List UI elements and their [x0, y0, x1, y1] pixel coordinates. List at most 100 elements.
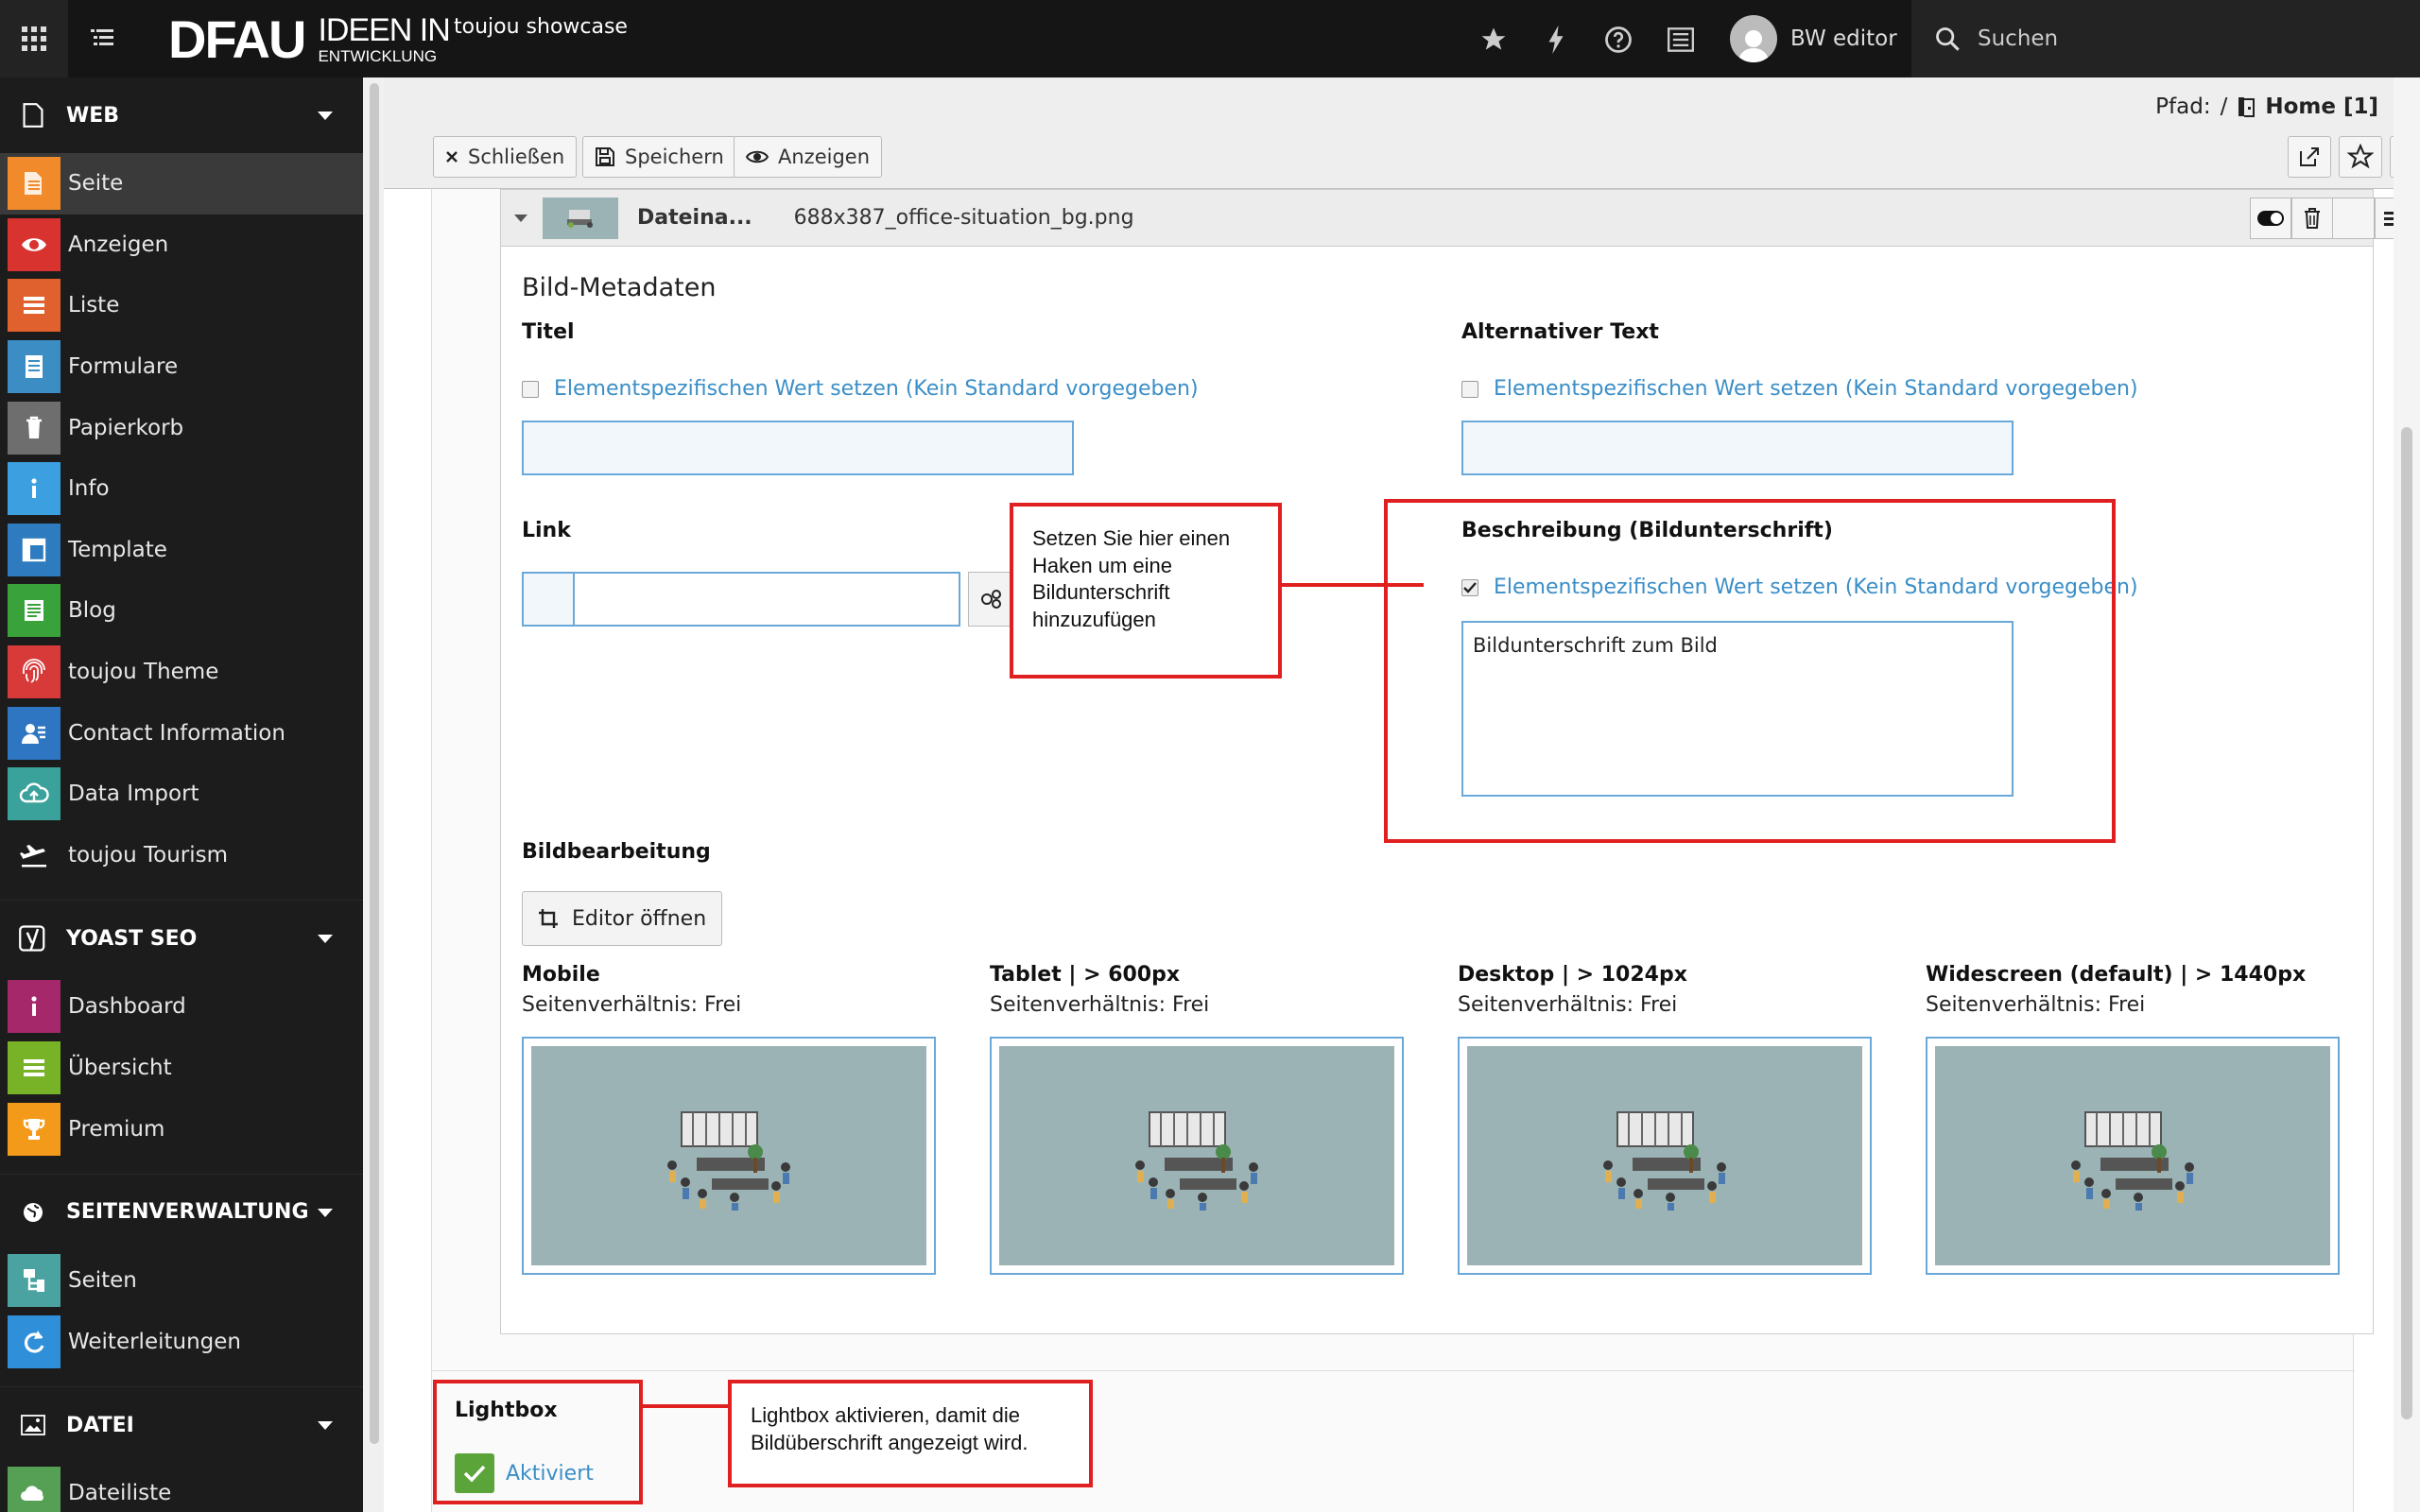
module-menu-button[interactable]: [0, 0, 68, 77]
logo[interactable]: DFAU IDEEN IN ENTWICKLUNG: [168, 9, 451, 69]
site-name: toujou showcase: [454, 15, 628, 39]
yoast-icon: [19, 925, 45, 952]
sidebar-item-label: Template: [68, 537, 167, 562]
open-editor-button[interactable]: Editor öffnen: [522, 891, 723, 946]
open-editor-label: Editor öffnen: [572, 906, 707, 931]
office-scene-image: [1467, 1046, 1862, 1265]
crop-variant-preview[interactable]: [1458, 1037, 1872, 1275]
section-page-management[interactable]: SEITENVERWALTUNG: [0, 1175, 363, 1250]
sidebar-item-dashboard[interactable]: Dashboard: [0, 976, 363, 1038]
sidebar-item-label: Weiterleitungen: [68, 1329, 241, 1354]
crop-variant-preview[interactable]: [522, 1037, 936, 1275]
user-menu[interactable]: BW editor: [1730, 11, 1897, 66]
sidebar-item-übersicht[interactable]: Übersicht: [0, 1038, 363, 1099]
title-override-label[interactable]: Elementspezifischen Wert setzen (Kein St…: [554, 377, 1199, 401]
sidebar-item-premium[interactable]: Premium: [0, 1098, 363, 1160]
bookmarks-button[interactable]: [1473, 19, 1514, 60]
search-icon: [1936, 27, 1960, 51]
sidebar-item-info[interactable]: Info: [0, 458, 363, 520]
content-scrollbar[interactable]: [2394, 77, 2420, 1512]
caption-hint-connector: [1282, 583, 1424, 587]
sidebar-item-blog[interactable]: Blog: [0, 580, 363, 642]
globe-icon: [24, 1202, 43, 1222]
title-input[interactable]: [522, 421, 1074, 475]
link-input[interactable]: [573, 572, 960, 627]
bookmark-button[interactable]: [2339, 136, 2382, 178]
sidebar-item-dateiliste[interactable]: Dateiliste: [0, 1463, 363, 1512]
sidebar-item-liste[interactable]: Liste: [0, 275, 363, 336]
alt-text-input[interactable]: [1461, 421, 2014, 475]
collapse-caret-icon[interactable]: [514, 214, 527, 222]
eye-icon: [8, 217, 60, 271]
sidebar-item-label: Anzeigen: [68, 232, 169, 257]
sidebar-item-formulare[interactable]: Formulare: [0, 336, 363, 398]
redirect-icon: [8, 1314, 60, 1368]
title-override-checkbox[interactable]: [522, 380, 539, 398]
help-circle-icon: [1605, 26, 1632, 53]
sidebar-item-label: Data Import: [68, 782, 199, 807]
section-file[interactable]: DATEI: [0, 1387, 363, 1463]
crop-variant-ratio: Seitenverhältnis: Frei: [1926, 993, 2146, 1017]
file-reference-header[interactable]: Dateina... 688x387_office-situation_bg.p…: [501, 190, 2416, 247]
sidebar-item-anzeigen[interactable]: Anzeigen: [0, 215, 363, 276]
clear-cache-button[interactable]: [1535, 19, 1577, 60]
sidebar-item-toujou-tourism[interactable]: toujou Tourism: [0, 825, 363, 886]
logo-line1: IDEEN IN: [318, 11, 450, 48]
filelist-icon: [8, 1467, 60, 1512]
info-icon: [8, 462, 60, 516]
sidebar-item-seiten[interactable]: Seiten: [0, 1250, 363, 1312]
save-button[interactable]: Speichern: [582, 136, 736, 178]
crop-variant-preview[interactable]: [1926, 1037, 2340, 1275]
alt-override-checkbox[interactable]: [1461, 380, 1478, 398]
section-yoast[interactable]: YOAST SEO: [0, 901, 363, 976]
avatar: [1730, 15, 1777, 62]
view-button[interactable]: Anzeigen: [734, 136, 883, 178]
sidebar-item-label: Info: [68, 476, 110, 502]
close-button[interactable]: Schließen: [433, 136, 578, 178]
sidebar-item-weiterleitungen[interactable]: Weiterleitungen: [0, 1312, 363, 1373]
path-page[interactable]: Home [1]: [2265, 94, 2378, 119]
content-area: Dateina... 688x387_office-situation_bg.p…: [384, 189, 2420, 1512]
toggle-icon: [2257, 211, 2284, 226]
open-new-window-button[interactable]: [2288, 136, 2331, 178]
crop-variant-title: Mobile: [522, 963, 600, 987]
image-icon: [21, 1415, 45, 1435]
office-scene-image: [531, 1046, 926, 1265]
sidebar-item-seite[interactable]: Seite: [0, 153, 363, 215]
sidebar-item-template[interactable]: Template: [0, 520, 363, 581]
system-info-button[interactable]: [1660, 19, 1702, 60]
section-web[interactable]: WEB: [0, 77, 363, 153]
sidebar-item-contact-information[interactable]: Contact Information: [0, 702, 363, 764]
crop-variant-preview[interactable]: [990, 1037, 1404, 1275]
sidebar-item-papierkorb[interactable]: Papierkorb: [0, 397, 363, 458]
plane-icon: [8, 828, 60, 882]
breadcrumb: Pfad: / Home [1]: [2155, 94, 2378, 119]
crop-icon: [539, 909, 558, 928]
alt-override-checkbox-row[interactable]: Elementspezifischen Wert setzen (Kein St…: [1461, 377, 2138, 401]
sidebar-item-label: Übersicht: [68, 1056, 172, 1081]
office-scene-thumbnail-icon: [567, 209, 593, 228]
sidebar-item-data-import[interactable]: Data Import: [0, 764, 363, 825]
page-tree-toggle[interactable]: [76, 17, 129, 60]
section-web-label: WEB: [66, 103, 120, 128]
form-container: Dateina... 688x387_office-situation_bg.p…: [431, 189, 2416, 1512]
delete-button[interactable]: [2291, 198, 2333, 239]
title-override-checkbox-row[interactable]: Elementspezifischen Wert setzen (Kein St…: [522, 377, 1199, 401]
user-name: BW editor: [1790, 26, 1897, 51]
alt-override-label[interactable]: Elementspezifischen Wert setzen (Kein St…: [1494, 377, 2138, 401]
close-icon: [446, 151, 458, 163]
search-field[interactable]: Suchen: [1911, 0, 2420, 77]
visibility-toggle[interactable]: [2250, 198, 2291, 239]
sidebar-item-toujou-theme[interactable]: toujou Theme: [0, 642, 363, 703]
tree-list-icon: [91, 29, 113, 45]
help-button[interactable]: [1598, 19, 1639, 60]
sidebar-scrollbar[interactable]: [363, 77, 384, 1512]
sidebar-item-label: Liste: [68, 293, 120, 318]
link-wizard-button[interactable]: [968, 572, 1015, 627]
sidebar-item-label: toujou Theme: [68, 660, 219, 685]
save-label: Speichern: [625, 146, 724, 168]
doc-header: Pfad: / Home [1] Schließen Speichern Anz…: [384, 77, 2420, 189]
info-icon: [8, 980, 60, 1034]
section-page-management-label: SEITENVERWALTUNG: [66, 1200, 309, 1225]
file-name: 688x387_office-situation_bg.png: [793, 206, 1134, 230]
